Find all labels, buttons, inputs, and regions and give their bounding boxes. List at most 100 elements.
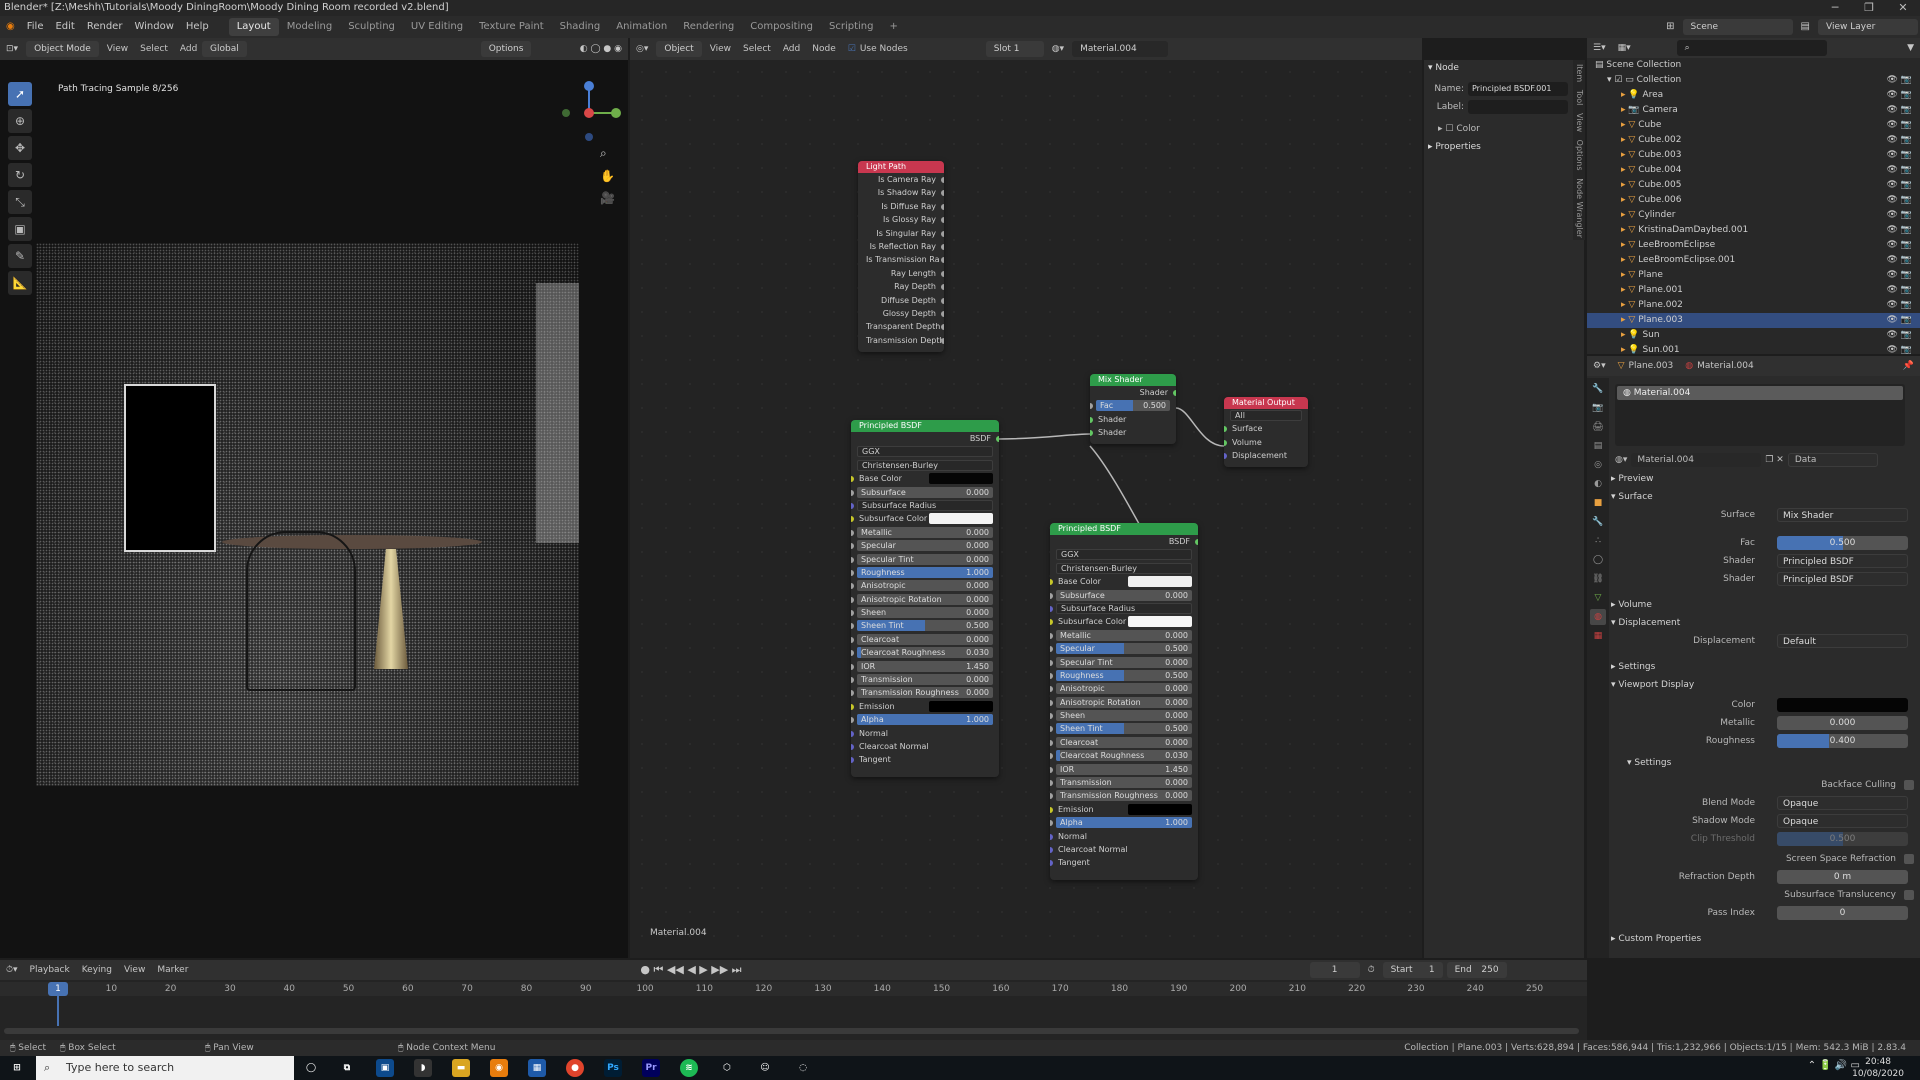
distribution-dropdown[interactable]: GGX: [857, 446, 993, 458]
backface-culling-checkbox[interactable]: [1904, 780, 1914, 790]
emission-swatch[interactable]: [1128, 803, 1192, 815]
light-path-output[interactable]: Transmission Depth: [858, 334, 944, 347]
output-tab-icon[interactable]: 🖨: [1590, 419, 1606, 435]
bsdf-input-row[interactable]: Clearcoat Roughness 0.030: [851, 646, 999, 659]
visibility-icon[interactable]: 👁 📷: [1887, 223, 1913, 238]
bsdf-input-row[interactable]: Specular 0.500: [1050, 642, 1198, 655]
cursor-tool-icon[interactable]: ⊕: [8, 109, 32, 133]
tab-scripting[interactable]: Scripting: [821, 18, 881, 36]
bsdf-input-row[interactable]: Subsurface 0.000: [851, 486, 999, 499]
material-output-target[interactable]: All: [1230, 410, 1302, 421]
bsdf-input-row[interactable]: Transmission Roughness 0.000: [851, 686, 999, 699]
outliner-item[interactable]: ▸ ▽ LeeBroomEclipse 👁 📷: [1587, 238, 1920, 253]
custom-properties-section[interactable]: ▸ Custom Properties: [1611, 930, 1701, 948]
outliner-item[interactable]: ▸ 💡 Area 👁 📷: [1587, 88, 1920, 103]
select-tool-icon[interactable]: ➚: [8, 82, 32, 106]
annotate-tool-icon[interactable]: ✎: [8, 244, 32, 268]
timeline-ruler[interactable]: 1 10 20 30 40 50 60 70 80 90 100 110 120 130 140 150 160…: [0, 982, 1587, 1026]
bsdf-input-row[interactable]: Metallic 0.000: [851, 526, 999, 539]
material-output-displacement[interactable]: Displacement: [1224, 449, 1308, 462]
light-path-output[interactable]: Is Camera Ray: [858, 173, 944, 186]
base-color-swatch[interactable]: [1128, 576, 1192, 588]
outliner-collection[interactable]: ▾ ☑ ▭ Collection 👁 📷: [1587, 73, 1920, 88]
bsdf-value-field[interactable]: IOR 1.450: [1056, 763, 1192, 775]
outliner-item[interactable]: ▸ ▽ Cube 👁 📷: [1587, 118, 1920, 133]
visibility-icon[interactable]: 👁 📷: [1887, 103, 1913, 118]
light-path-output[interactable]: Is Reflection Ray: [858, 240, 944, 253]
app-icon-circle[interactable]: ◌: [794, 1059, 812, 1077]
app-icon-cube[interactable]: ⬡: [718, 1059, 736, 1077]
bsdf-value-field[interactable]: Sheen Tint 0.500: [1056, 723, 1192, 735]
light-path-output[interactable]: Glossy Depth: [858, 307, 944, 320]
bsdf-value-field[interactable]: Roughness 1.000: [857, 566, 993, 578]
current-frame-marker[interactable]: 1: [48, 982, 68, 996]
bsdf-input-row[interactable]: IOR 1.450: [1050, 763, 1198, 776]
timeline-scrollbar[interactable]: [4, 1028, 1579, 1034]
visibility-icon[interactable]: 👁 📷: [1887, 253, 1913, 268]
sss-method-row[interactable]: Christensen-Burley: [1050, 562, 1198, 575]
bsdf-value-field[interactable]: Anisotropic 0.000: [1056, 683, 1192, 695]
outliner-item[interactable]: ▸ ▽ Plane.002 👁 📷: [1587, 298, 1920, 313]
node-menu-view[interactable]: View: [704, 40, 737, 58]
display-mode-icon[interactable]: ▦▾: [1612, 39, 1637, 57]
base-color-row[interactable]: Base Color: [1050, 575, 1198, 588]
editor-type-icon[interactable]: ◎▾: [630, 40, 654, 58]
sidebar-tab-tool[interactable]: Tool: [1575, 90, 1584, 106]
emission-row[interactable]: Emission: [851, 700, 999, 713]
visibility-icon[interactable]: 👁 📷: [1887, 328, 1913, 343]
shadow-mode-dropdown[interactable]: Opaque: [1777, 814, 1908, 828]
viewport-settings-subsection[interactable]: ▾ Settings: [1627, 754, 1671, 772]
material-output-surface[interactable]: Surface: [1224, 422, 1308, 435]
displacement-section[interactable]: ▾ Displacement: [1611, 614, 1680, 632]
material-slot-list[interactable]: ◍ Material.004: [1615, 384, 1905, 446]
bsdf-input-row[interactable]: Sheen Tint 0.500: [1050, 722, 1198, 735]
visibility-icon[interactable]: 👁 📷: [1887, 193, 1913, 208]
viewport-menu-select[interactable]: Select: [134, 40, 174, 58]
measure-tool-icon[interactable]: 📐: [8, 271, 32, 295]
tool-tab-icon[interactable]: 🔧: [1590, 381, 1606, 397]
bsdf-value-field[interactable]: Subsurface 0.000: [1056, 589, 1192, 601]
subsurface-radius-row[interactable]: Subsurface Radius: [851, 499, 999, 512]
editor-type-icon[interactable]: ⊡▾: [0, 40, 24, 58]
alpha-field[interactable]: Alpha 1.000: [857, 714, 993, 726]
subsurface-color-row[interactable]: Subsurface Color: [1050, 615, 1198, 628]
node-name-field[interactable]: Principled BSDF.001: [1468, 82, 1568, 96]
bsdf-input-row[interactable]: Clearcoat 0.000: [1050, 736, 1198, 749]
blend-mode-dropdown[interactable]: Opaque: [1777, 796, 1908, 810]
viewport-display-section[interactable]: ▾ Viewport Display: [1611, 676, 1694, 694]
node-menu-node[interactable]: Node: [806, 40, 842, 58]
timeline[interactable]: ⏱▾ Playback Keying View Marker ● ⏮ ◀◀ ◀ …: [0, 960, 1587, 1040]
mix-shader-input-1[interactable]: Shader: [1090, 413, 1176, 426]
editor-type-icon[interactable]: ⏱▾: [0, 961, 24, 979]
menu-window[interactable]: Window: [128, 16, 179, 38]
shading-mode-icons[interactable]: ◐ ◯ ● ◉: [574, 40, 628, 58]
visibility-icon[interactable]: 👁 📷: [1887, 343, 1913, 354]
sidebar-tab-view[interactable]: View: [1575, 113, 1584, 132]
viewport-menu-add[interactable]: Add: [174, 40, 203, 58]
outliner-item[interactable]: ▸ 💡 Sun 👁 📷: [1587, 328, 1920, 343]
light-path-output[interactable]: Is Glossy Ray: [858, 213, 944, 226]
maximize-icon[interactable]: ❐: [1852, 0, 1886, 16]
visibility-icon[interactable]: 👁 📷: [1887, 88, 1913, 103]
mix-shader-node[interactable]: Mix Shader Shader Fac 0.500 Shader Shader: [1090, 374, 1176, 444]
bsdf-input-row[interactable]: Transmission 0.000: [1050, 776, 1198, 789]
outliner-item[interactable]: ▸ ▽ Plane.003 👁 📷: [1587, 313, 1920, 328]
subsurface-radius-row[interactable]: Subsurface Radius: [1050, 602, 1198, 615]
outliner-item[interactable]: ▸ 💡 Sun.001 👁 📷: [1587, 343, 1920, 354]
visibility-icon[interactable]: 👁 📷: [1887, 313, 1913, 328]
tab-sculpting[interactable]: Sculpting: [340, 18, 403, 36]
mix-shader-fac-row[interactable]: Fac 0.500: [1090, 399, 1176, 412]
properties-editor[interactable]: ⚙▾ ▽ Plane.003 ◍ Material.004 📌 🔧 📷 🖨 ▤ …: [1587, 356, 1920, 958]
outliner-item[interactable]: ▸ ▽ LeeBroomEclipse.001 👁 📷: [1587, 253, 1920, 268]
mode-selector[interactable]: Object Mode: [26, 41, 99, 57]
mix-shader-output[interactable]: Shader: [1090, 386, 1176, 399]
material-browse-icon[interactable]: ◍▾: [1615, 455, 1627, 465]
outliner-item[interactable]: ▸ ▽ Cube.003 👁 📷: [1587, 148, 1920, 163]
bsdf-value-field[interactable]: Subsurface 0.000: [857, 486, 993, 498]
menu-edit[interactable]: Edit: [49, 16, 80, 38]
light-path-output[interactable]: Is Singular Ray: [858, 227, 944, 240]
subsurface-translucency-checkbox[interactable]: [1904, 890, 1914, 900]
light-path-output[interactable]: Is Transmission Ra: [858, 253, 944, 266]
sss-method-dropdown[interactable]: Christensen-Burley: [1056, 562, 1192, 574]
rotate-tool-icon[interactable]: ↻: [8, 163, 32, 187]
